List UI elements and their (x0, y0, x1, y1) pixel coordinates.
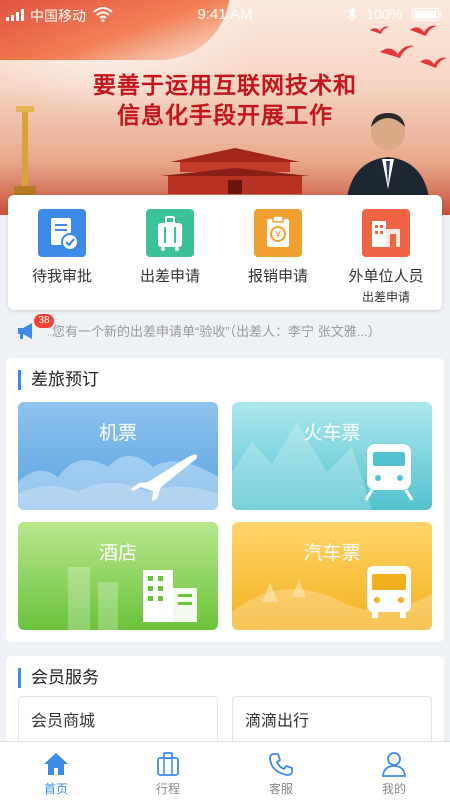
quick-label: 出差申请 (139, 268, 200, 285)
user-icon (382, 752, 406, 777)
hotel-tile[interactable]: 酒店 (18, 522, 218, 630)
monument-icon (14, 106, 36, 195)
tab-label: 首页 (43, 782, 68, 796)
quick-reimburse[interactable]: ¥ 报销申请 (224, 209, 332, 286)
quick-sublabel: 出差申请 (361, 290, 410, 304)
tab-trip[interactable]: 行程 (112, 742, 224, 800)
section-title: 差旅预订 (18, 370, 99, 390)
bluetooth-icon (347, 6, 357, 22)
member-card-label: 会员商城 (31, 713, 96, 730)
approval-icon (38, 209, 86, 257)
svg-text:¥: ¥ (275, 230, 281, 241)
tab-home[interactable]: 首页 (0, 742, 112, 800)
tab-mine[interactable]: 我的 (338, 742, 450, 800)
quick-label: 报销申请 (247, 268, 308, 285)
member-mall-card[interactable]: 会员商城 (18, 696, 218, 746)
battery-icon (412, 8, 442, 21)
member-card-label: 滴滴出行 (245, 713, 310, 730)
tile-label: 酒店 (98, 543, 137, 564)
notice-count-badge: 38 (34, 314, 54, 328)
speaker-photo (346, 113, 430, 205)
bus-tile[interactable]: 汽车票 (232, 522, 432, 630)
quick-external-trip[interactable]: 外单位人员 出差申请 (332, 209, 440, 305)
notice-text: 您有一个新的出差申请单“验收”（出差人：李宁 张文雅...） (52, 324, 381, 339)
flight-tile[interactable]: 机票 (18, 402, 218, 510)
home-icon (44, 753, 68, 775)
tab-label: 客服 (268, 782, 293, 796)
quick-approval[interactable]: 待我审批 (8, 209, 116, 286)
member-services-section: 会员服务 会员商城 滴滴出行 (6, 656, 444, 746)
quick-trip-request[interactable]: 出差申请 (116, 209, 224, 286)
phone-icon (269, 753, 293, 776)
quick-actions-card: 待我审批 出差申请 ¥ 报销申请 外单位人员 出差申请 (8, 195, 442, 310)
battery-percent: 100% (366, 6, 402, 22)
travel-booking-section: 差旅预订 机票 火车票 酒店 汽车票 (6, 358, 444, 642)
tile-label: 火车票 (303, 423, 361, 444)
luggage-icon (146, 209, 194, 257)
building-icon (362, 209, 410, 257)
quick-label: 外单位人员 (348, 268, 424, 285)
tab-service[interactable]: 客服 (225, 742, 337, 800)
didi-card[interactable]: 滴滴出行 (232, 696, 432, 746)
tile-label: 汽车票 (303, 543, 361, 564)
notice-bar[interactable]: 38 您有一个新的出差申请单“验收”（出差人：李宁 张文雅...） (0, 312, 450, 348)
tile-label: 机票 (98, 423, 137, 444)
section-title: 会员服务 (18, 668, 99, 688)
banner-title-line1: 要善于运用互联网技术和 (93, 72, 357, 98)
status-bar: 中国移动 9:41 AM 100% (0, 0, 450, 28)
train-tile[interactable]: 火车票 (232, 402, 432, 510)
tab-label: 我的 (381, 782, 406, 796)
trip-icon (157, 752, 179, 776)
tab-label: 行程 (155, 782, 180, 796)
palace-icon (160, 148, 310, 194)
reimburse-icon: ¥ (254, 209, 302, 257)
bottom-tab-bar: 首页 行程 客服 我的 (0, 741, 450, 800)
quick-label: 待我审批 (31, 268, 92, 285)
hero-banner[interactable]: 要善于运用互联网技术和 信息化手段开展工作 (0, 0, 450, 215)
